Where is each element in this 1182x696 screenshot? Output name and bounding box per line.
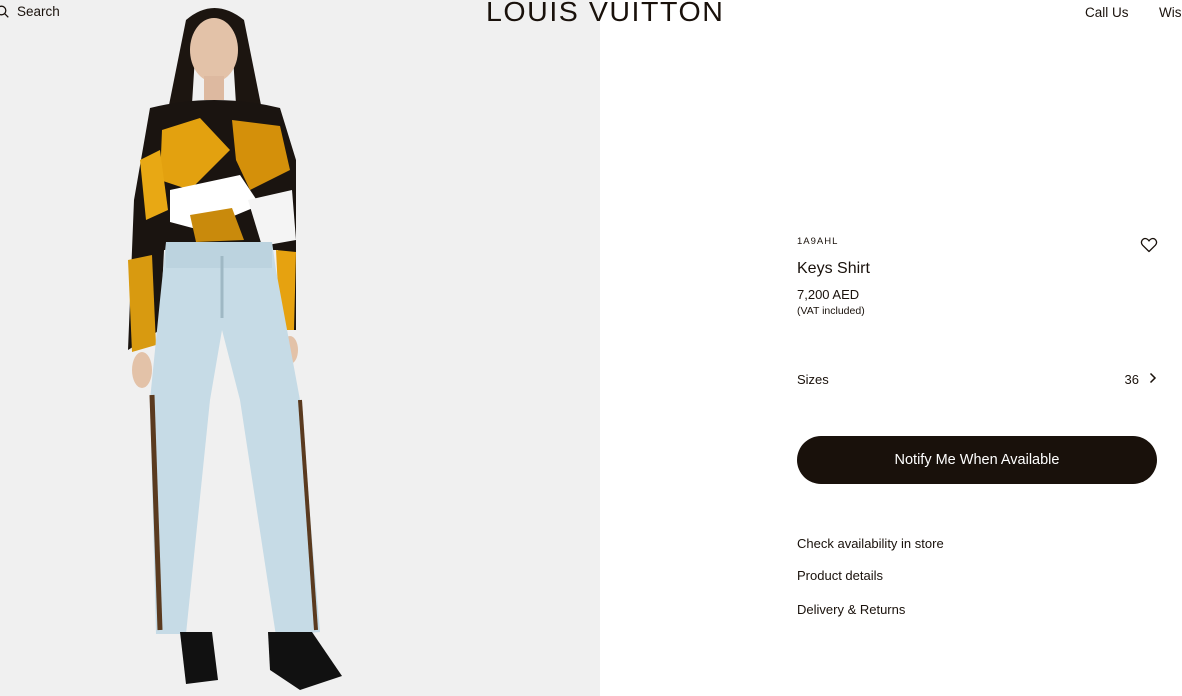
search-icon <box>0 5 9 18</box>
brand-logo[interactable]: LOUIS VUITTON <box>486 0 724 28</box>
heart-icon[interactable] <box>1140 236 1158 254</box>
product-details-link[interactable]: Product details <box>797 568 883 583</box>
product-info-panel: 1A9AHL Keys Shirt 7,200 AED (VAT include… <box>797 236 1158 617</box>
check-availability-link[interactable]: Check availability in store <box>797 536 944 551</box>
call-us-link[interactable]: Call Us <box>1085 5 1129 20</box>
search-button[interactable]: Search <box>0 4 60 19</box>
delivery-returns-link[interactable]: Delivery & Returns <box>797 602 905 617</box>
size-value-group: 36 <box>1125 372 1157 387</box>
notify-me-button[interactable]: Notify Me When Available <box>797 436 1157 484</box>
size-selector[interactable]: Sizes 36 <box>797 369 1157 389</box>
wishlist-link[interactable]: Wis <box>1159 5 1182 20</box>
model-photo-illustration <box>0 0 600 696</box>
product-price: 7,200 AED <box>797 287 860 302</box>
chevron-right-icon <box>1149 372 1157 387</box>
product-sku: 1A9AHL <box>797 236 839 247</box>
sizes-label: Sizes <box>797 371 829 387</box>
product-name: Keys Shirt <box>797 260 870 277</box>
site-header: Search LOUIS VUITTON Call Us Wis <box>0 0 1182 30</box>
product-image <box>0 0 600 696</box>
search-label: Search <box>17 4 60 19</box>
vat-note: (VAT included) <box>797 305 865 317</box>
selected-size: 36 <box>1124 371 1139 387</box>
